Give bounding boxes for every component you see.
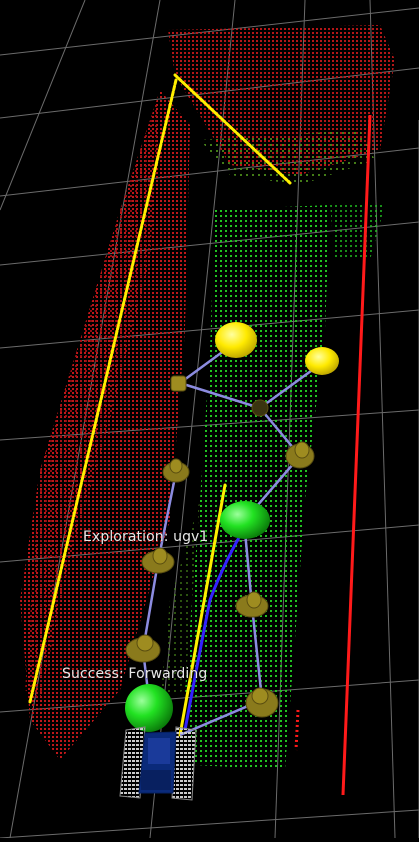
waypoint-marker-icon <box>170 375 187 392</box>
rviz-3d-viewport[interactable]: Exploration: ugv1 Success: Forwarding <box>0 0 419 839</box>
frontier-goal-icon <box>305 347 339 375</box>
current-position-icon <box>125 684 173 732</box>
waypoint-marker-icon <box>245 687 279 718</box>
current-position-icon <box>220 501 270 539</box>
ugv-robot-icon <box>119 726 197 801</box>
waypoint-marker-icon <box>251 399 269 417</box>
success-status-label: Success: Forwarding <box>62 666 208 682</box>
exploration-status-label: Exploration: ugv1 <box>83 529 209 545</box>
frontier-goal-icon <box>215 322 257 358</box>
scene-canvas <box>0 0 419 839</box>
top-wall-pointcloud <box>168 25 395 185</box>
